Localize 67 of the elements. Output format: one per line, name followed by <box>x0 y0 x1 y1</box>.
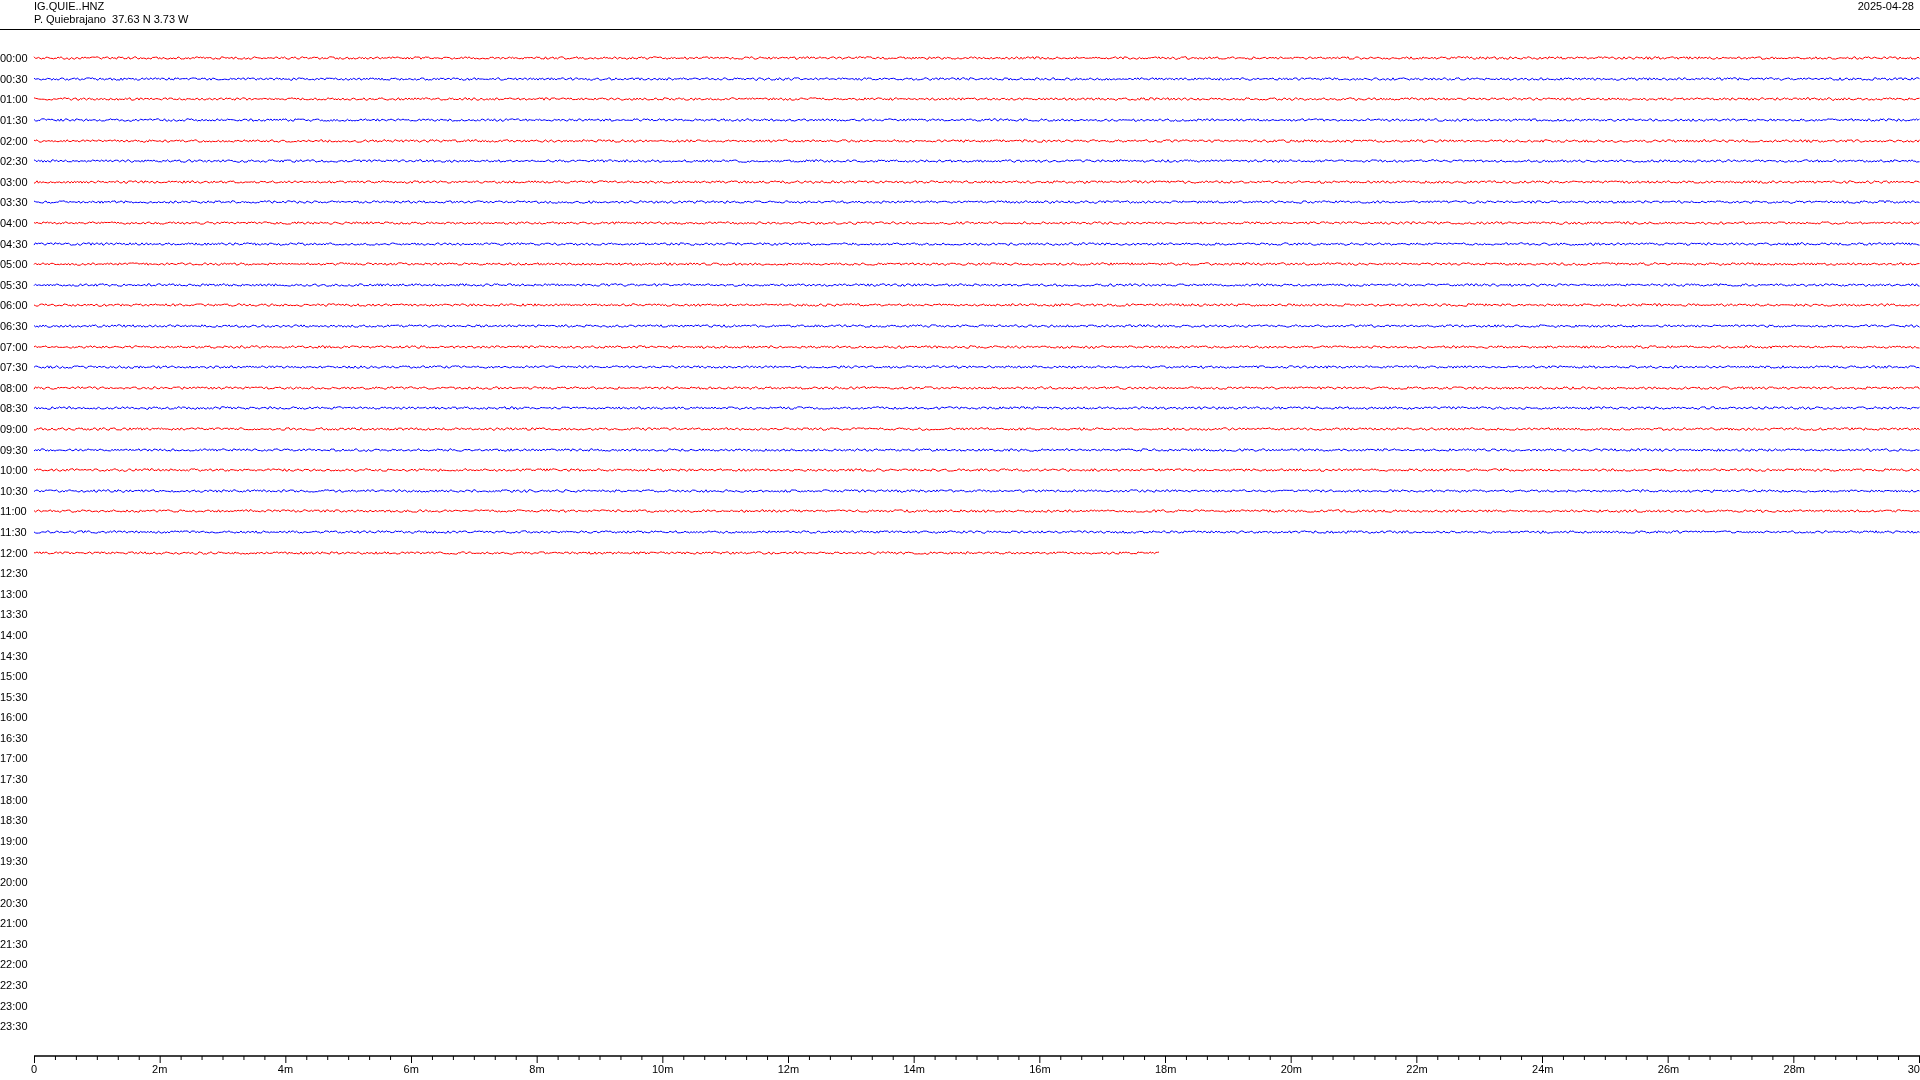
time-label: 17:00 <box>0 752 29 765</box>
time-label: 23:00 <box>0 999 29 1012</box>
time-label: 18:00 <box>0 793 29 806</box>
axis-label: 26m <box>1657 1063 1680 1076</box>
axis-label: 22m <box>1406 1063 1428 1076</box>
time-label: 04:00 <box>0 217 29 230</box>
time-label: 06:00 <box>0 299 29 312</box>
time-label: 09:00 <box>0 423 29 435</box>
time-label: 11:00 <box>0 505 28 518</box>
time-label: 15:00 <box>0 670 29 683</box>
station-location: P. Quiebrajano 37.63 N 3.73 W <box>34 13 189 26</box>
axis-label: 28m <box>1783 1063 1805 1076</box>
time-label: 13:30 <box>0 608 29 621</box>
time-label: 01:00 <box>0 93 29 106</box>
axis-label: 18m <box>1154 1063 1177 1076</box>
station-code: IG.QUIE..HNZ <box>34 0 106 13</box>
time-label: 22:00 <box>0 958 29 971</box>
time-label: 00:00 <box>0 52 29 65</box>
time-label: 04:30 <box>0 237 29 250</box>
axis-label: 6m <box>403 1063 419 1076</box>
time-label: 11:30 <box>0 525 28 538</box>
time-label: 07:30 <box>0 361 29 374</box>
time-label: 14:30 <box>0 649 29 662</box>
time-label: 19:00 <box>0 834 29 847</box>
time-label: 07:00 <box>0 340 29 353</box>
time-label: 03:00 <box>0 175 29 188</box>
time-label: 10:00 <box>0 464 29 477</box>
time-label: 21:00 <box>0 917 29 930</box>
time-label: 20:30 <box>0 896 29 909</box>
time-label: 17:30 <box>0 773 29 786</box>
time-label: 05:00 <box>0 258 29 271</box>
time-label: 20:00 <box>0 876 29 889</box>
time-label: 18:30 <box>0 814 29 827</box>
time-label: 02:30 <box>0 155 29 168</box>
axis-label: 30 <box>1907 1063 1920 1076</box>
axis-label: 8m <box>529 1063 545 1076</box>
time-label: 00:30 <box>0 72 29 85</box>
time-label: 02:00 <box>0 134 29 147</box>
time-label: 22:30 <box>0 979 29 991</box>
time-label: 16:30 <box>0 731 29 744</box>
time-label: 08:00 <box>0 381 29 394</box>
axis-label: 4m <box>277 1063 294 1076</box>
axis-label: 10m <box>651 1063 674 1076</box>
time-label: 10:30 <box>0 484 29 497</box>
time-label: 06:30 <box>0 320 29 332</box>
time-label: 23:30 <box>0 1020 29 1033</box>
time-label: 21:30 <box>0 937 29 950</box>
time-label: 15:30 <box>0 690 29 703</box>
plot-date: 2025-04-28 <box>1857 0 1914 14</box>
time-label: 14:00 <box>0 628 29 641</box>
time-label: 03:30 <box>0 196 29 209</box>
axis-label: 12m <box>777 1063 800 1076</box>
time-label: 16:00 <box>0 711 29 724</box>
axis-label: 0 <box>31 1063 38 1076</box>
time-label: 08:30 <box>0 402 29 415</box>
time-label: 12:00 <box>0 546 29 559</box>
time-label: 13:00 <box>0 587 29 600</box>
axis-label: 14m <box>903 1063 925 1076</box>
time-label: 01:30 <box>0 114 29 127</box>
time-label: 12:30 <box>0 567 29 580</box>
time-label: 09:30 <box>0 443 29 456</box>
time-label: 19:30 <box>0 855 29 868</box>
time-label: 05:30 <box>0 278 29 291</box>
axis-label: 2m <box>152 1063 168 1076</box>
axis-label: 24m <box>1532 1063 1554 1076</box>
axis-label: 16m <box>1029 1063 1051 1076</box>
axis-label: 20m <box>1280 1063 1303 1076</box>
